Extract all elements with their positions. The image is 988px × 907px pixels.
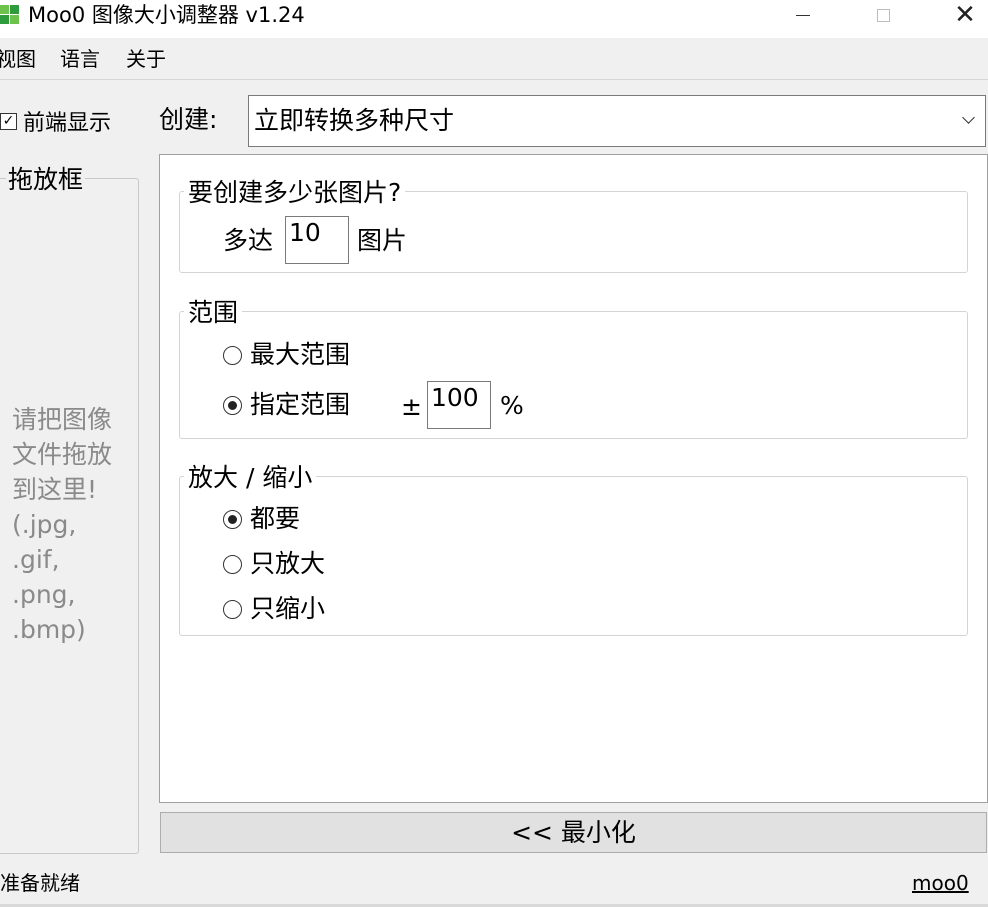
menu-bar: 视图 语言 关于 xyxy=(0,38,988,80)
radio-icon[interactable] xyxy=(223,599,242,619)
both-label: 都要 xyxy=(250,504,301,533)
range-percent-input[interactable]: 100 xyxy=(427,381,491,429)
checkbox-check-icon[interactable]: ✓ xyxy=(0,112,17,130)
percent-unit: % xyxy=(500,391,524,420)
moo0-link[interactable]: moo0 xyxy=(912,869,969,897)
radio-icon[interactable] xyxy=(223,554,242,574)
radio-selected-icon[interactable] xyxy=(223,395,242,415)
drop-box-hint: 请把图像文件拖放到这里! (.jpg, .gif, .png, .bmp) xyxy=(12,405,113,644)
menu-item-view[interactable]: 视图 xyxy=(0,46,36,72)
range-title: 范围 xyxy=(184,297,243,329)
menu-item-about[interactable]: 关于 xyxy=(126,46,166,72)
minimize-icon[interactable] xyxy=(780,0,826,30)
window-title: Moo0 图像大小调整器 v1.24 xyxy=(28,3,305,27)
close-icon[interactable]: ✕ xyxy=(942,0,988,30)
radio-enlarge-only[interactable]: 只放大 xyxy=(223,548,325,580)
image-count-prefix: 多达 xyxy=(223,226,274,255)
always-on-top-checkbox[interactable]: ✓ 前端显示 xyxy=(0,106,111,136)
image-count-input[interactable]: 10 xyxy=(285,216,349,264)
custom-range-label: 指定范围 xyxy=(250,390,351,419)
title-bar: Moo0 图像大小调整器 v1.24 ✕ xyxy=(0,0,988,38)
status-text: 准备就绪 xyxy=(0,871,80,895)
radio-selected-icon[interactable] xyxy=(223,509,242,529)
drop-box-title: 拖放框 xyxy=(6,164,86,196)
settings-panel: 要创建多少张图片? 多达 10 图片 范围 最大范围 指定范围 ± 100 % … xyxy=(159,154,988,803)
chevron-down-icon[interactable] xyxy=(962,111,975,124)
max-range-label: 最大范围 xyxy=(250,340,351,369)
shrink-only-label: 只缩小 xyxy=(250,594,326,623)
image-count-suffix: 图片 xyxy=(357,226,408,255)
create-mode-select[interactable]: 立即转换多种尺寸 xyxy=(248,95,986,147)
radio-both[interactable]: 都要 xyxy=(223,503,300,535)
plus-minus-sign: ± xyxy=(401,392,422,421)
maximize-icon[interactable] xyxy=(860,0,906,30)
create-label: 创建: xyxy=(159,105,218,134)
menu-item-language[interactable]: 语言 xyxy=(60,46,100,72)
minimize-panel-button[interactable]: << 最小化 xyxy=(160,812,987,853)
enlarge-only-label: 只放大 xyxy=(250,549,326,578)
moo0-grid-icon xyxy=(0,5,20,25)
image-count-title: 要创建多少张图片? xyxy=(184,177,406,209)
radio-custom-range[interactable]: 指定范围 xyxy=(223,389,350,421)
scale-direction-title: 放大 / 缩小 xyxy=(184,462,317,494)
radio-max-range[interactable]: 最大范围 xyxy=(223,339,350,371)
radio-shrink-only[interactable]: 只缩小 xyxy=(223,593,325,625)
always-on-top-label: 前端显示 xyxy=(23,111,112,136)
radio-icon[interactable] xyxy=(223,345,242,365)
create-mode-value: 立即转换多种尺寸 xyxy=(254,106,455,135)
